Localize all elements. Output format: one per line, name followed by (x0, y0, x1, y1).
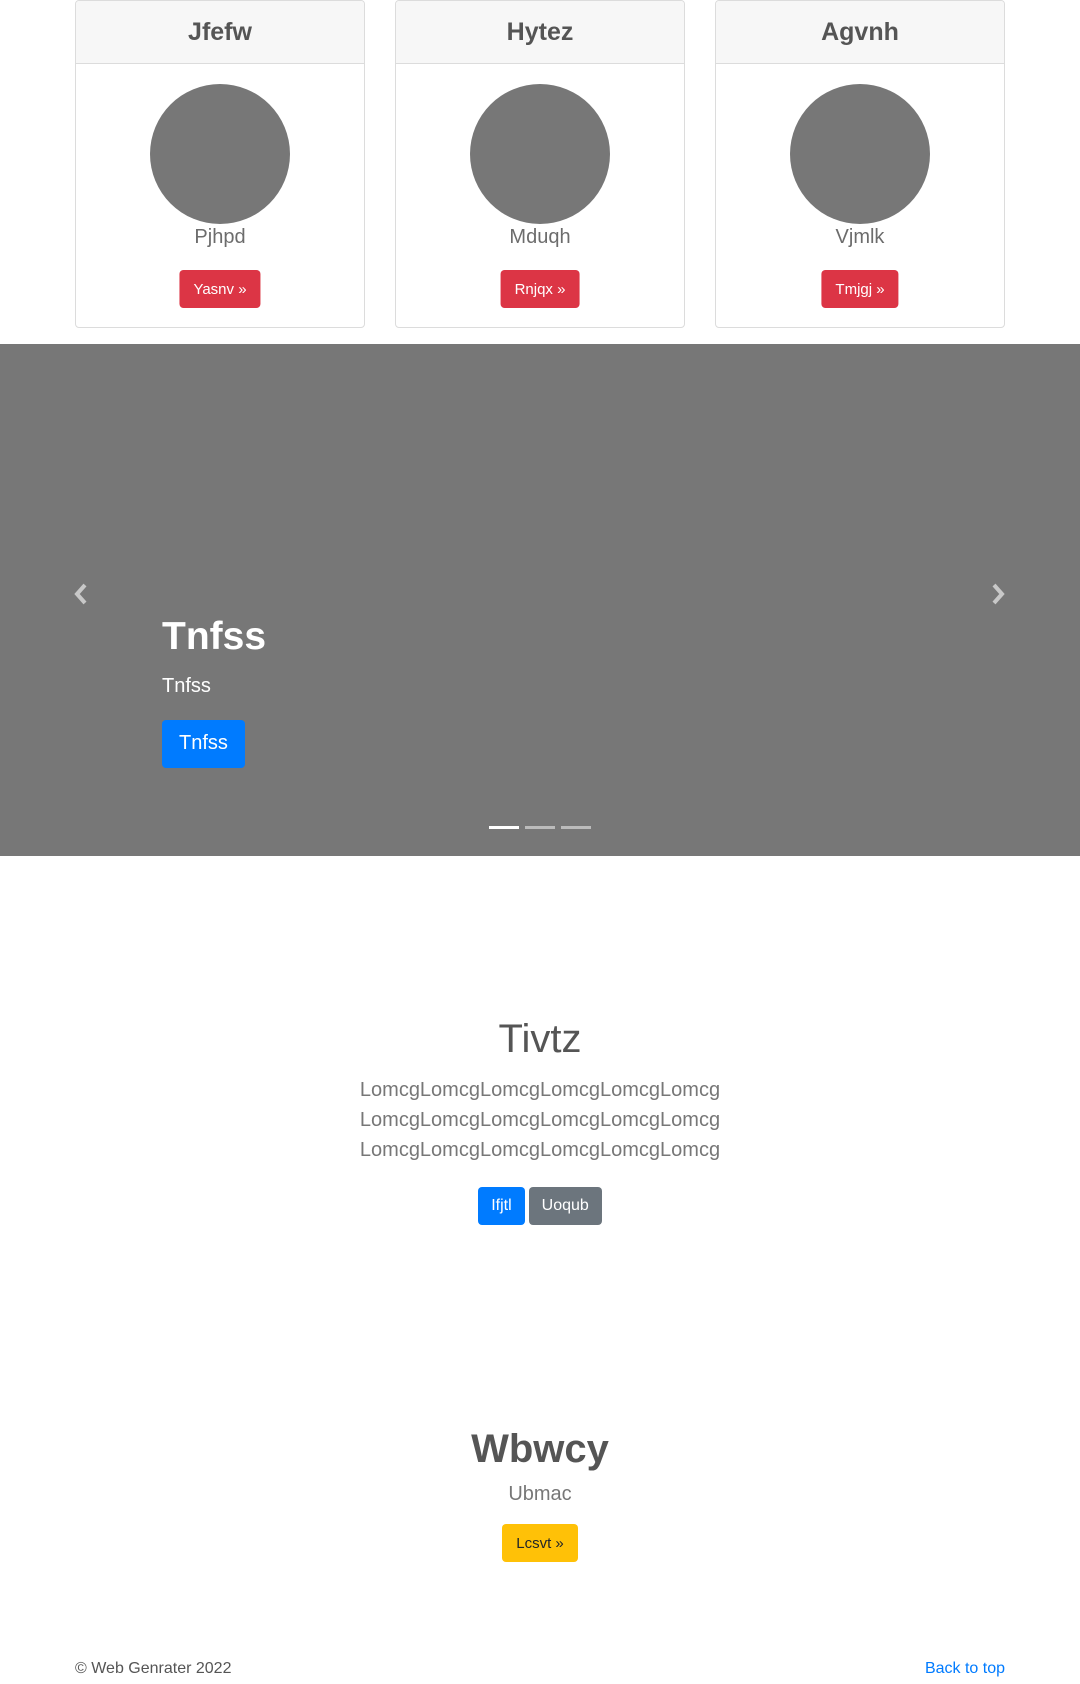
carousel: Tnfss Tnfss Tnfss (0, 344, 1080, 856)
jumbotron-title: Tivtz (498, 1017, 582, 1061)
jumbotron-lead: LomcgLomcgLomcgLomcgLomcgLomcg LomcgLomc… (0, 1075, 1080, 1165)
carousel-prev-button[interactable] (66, 576, 96, 612)
chevron-right-icon (992, 583, 1005, 605)
jumbotron-lead-line: LomcgLomcgLomcgLomcgLomcgLomcg (359, 1109, 721, 1131)
profile-card: Jfefw Pjhpd Yasnv » (75, 0, 365, 328)
avatar-placeholder (150, 84, 290, 224)
card-title: Hytez (396, 1, 684, 64)
feature-section: Wbwcy Ubmac Lcsvt » (0, 1425, 1080, 1562)
carousel-indicator[interactable] (489, 826, 519, 829)
jumbotron-lead-line: LomcgLomcgLomcgLomcgLomcgLomcg (359, 1079, 721, 1101)
secondary-button[interactable]: Uoqub (528, 1187, 602, 1225)
back-to-top-link[interactable]: Back to top (925, 1660, 1005, 1678)
card-text: Vjmlk (835, 226, 885, 248)
primary-button[interactable]: Ifjtl (478, 1187, 525, 1225)
jumbotron: Tivtz LomcgLomcgLomcgLomcgLomcgLomcg Lom… (0, 1015, 1080, 1225)
card-text: Pjhpd (194, 226, 246, 248)
carousel-caption: Tnfss Tnfss Tnfss (162, 615, 267, 768)
feature-title: Wbwcy (471, 1427, 609, 1471)
carousel-title: Tnfss (162, 615, 267, 658)
card-button[interactable]: Yasnv » (179, 270, 261, 308)
carousel-indicator[interactable] (525, 826, 555, 829)
carousel-button[interactable]: Tnfss (162, 719, 245, 768)
profile-cards: Jfefw Pjhpd Yasnv » Hytez Mduqh Rnjqx » … (75, 0, 1005, 328)
card-title: Agvnh (716, 1, 1004, 64)
card-title: Jfefw (76, 1, 364, 64)
profile-card: Agvnh Vjmlk Tmjgj » (715, 0, 1005, 328)
feature-text: Ubmac (508, 1483, 572, 1505)
card-text: Mduqh (509, 226, 571, 248)
carousel-text: Tnfss (162, 674, 211, 697)
card-button[interactable]: Rnjqx » (500, 270, 580, 308)
avatar-placeholder (790, 84, 930, 224)
card-button[interactable]: Tmjgj » (821, 270, 899, 308)
copyright-text: © Web Genrater 2022 (75, 1660, 232, 1677)
jumbotron-buttons: Ifjtl Uoqub (0, 1187, 1080, 1225)
footer: © Web Genrater 2022 Back to top (75, 1660, 1005, 1684)
carousel-next-button[interactable] (983, 576, 1013, 612)
feature-button[interactable]: Lcsvt » (502, 1524, 578, 1562)
carousel-indicators (489, 826, 591, 829)
jumbotron-lead-line: LomcgLomcgLomcgLomcgLomcgLomcg (359, 1139, 721, 1161)
avatar-placeholder (470, 84, 610, 224)
carousel-indicator[interactable] (561, 826, 591, 829)
profile-card: Hytez Mduqh Rnjqx » (395, 0, 685, 328)
chevron-left-icon (74, 583, 87, 605)
